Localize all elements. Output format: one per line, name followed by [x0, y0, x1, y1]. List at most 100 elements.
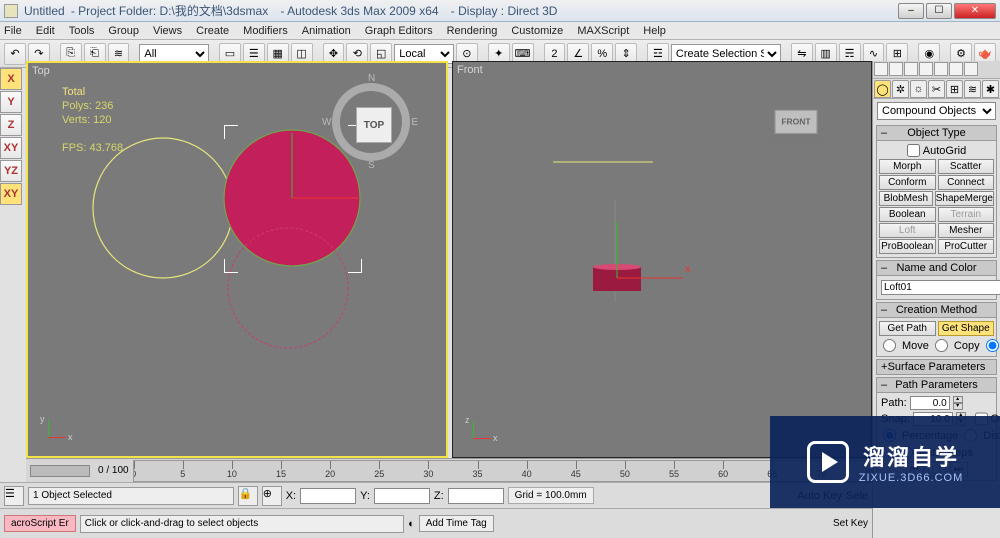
tab-systems[interactable]: ✱ — [982, 80, 999, 98]
tab-helpers[interactable]: ⊞ — [946, 80, 963, 98]
viewcube-front[interactable]: FRONT — [758, 83, 835, 160]
menu-animation[interactable]: Animation — [302, 25, 351, 37]
radio-copy[interactable] — [935, 339, 948, 352]
lock-selection-icon[interactable]: 🔒 — [238, 486, 258, 506]
panel-icon[interactable] — [934, 62, 948, 76]
prompt-line: Click or click-and-drag to select object… — [80, 515, 404, 533]
rollout-creation-method[interactable]: –Creation Method — [876, 302, 997, 318]
menu-grapheditors[interactable]: Graph Editors — [365, 25, 433, 37]
constraint-z[interactable]: Z — [0, 114, 22, 136]
spin-down[interactable]: ▾ — [953, 403, 963, 410]
btn-boolean[interactable]: Boolean — [879, 207, 936, 222]
selection-info: 1 Object Selected — [28, 487, 234, 505]
btn-get-shape[interactable]: Get Shape — [938, 321, 995, 336]
viewcube-face[interactable]: TOP — [356, 107, 392, 143]
menu-bar: File Edit Tools Group Views Create Modif… — [0, 22, 1000, 40]
tab-spacewarps[interactable]: ≋ — [964, 80, 981, 98]
geometry-category-drop[interactable]: Compound Objects — [877, 102, 996, 120]
autogrid-checkbox[interactable] — [907, 144, 920, 157]
menu-tools[interactable]: Tools — [69, 25, 95, 37]
time-slider[interactable] — [30, 465, 90, 477]
spin-up[interactable]: ▴ — [953, 396, 963, 403]
btn-terrain[interactable]: Terrain — [938, 207, 995, 222]
btn-morph[interactable]: Morph — [879, 159, 936, 174]
coord-y-input[interactable] — [374, 488, 430, 504]
viewcube-top[interactable]: TOP N E S W — [326, 77, 416, 167]
btn-shapemerge[interactable]: ShapeMerge — [935, 191, 994, 206]
panel-icon[interactable] — [889, 62, 903, 76]
menu-group[interactable]: Group — [108, 25, 139, 37]
tab-shapes[interactable]: ✲ — [892, 80, 909, 98]
window-minimize[interactable]: – — [898, 3, 924, 19]
panel-top-icons — [873, 61, 1000, 79]
panel-icon[interactable] — [874, 62, 888, 76]
menu-maxscript[interactable]: MAXScript — [577, 25, 629, 37]
radio-move[interactable] — [883, 339, 896, 352]
rollout-object-type[interactable]: –Object Type — [876, 125, 997, 141]
transform-typein-icon[interactable]: ⊕ — [262, 486, 282, 506]
btn-procutter[interactable]: ProCutter — [938, 239, 995, 254]
btn-loft[interactable]: Loft — [879, 223, 936, 238]
panel-icon[interactable] — [949, 62, 963, 76]
viewcube-front-face[interactable]: FRONT — [775, 110, 818, 134]
menu-help[interactable]: Help — [643, 25, 666, 37]
bottom-bar: acroScript Er Click or click-and-drag to… — [0, 508, 872, 538]
minilistener-icon[interactable]: ☰ — [4, 486, 24, 506]
btn-mesher[interactable]: Mesher — [938, 223, 995, 238]
coord-x-input[interactable] — [300, 488, 356, 504]
rollout-name-color[interactable]: –Name and Color — [876, 260, 997, 276]
time-ruler[interactable]: 051015202530354045505560657075 — [133, 460, 872, 482]
constraint-y[interactable]: Y — [0, 91, 22, 113]
path-spinner[interactable] — [910, 396, 950, 410]
tab-geometry[interactable]: ◯ — [874, 80, 891, 98]
menu-create[interactable]: Create — [196, 25, 229, 37]
viewcube-w: W — [322, 117, 331, 128]
menu-edit[interactable]: Edit — [36, 25, 55, 37]
app-icon — [4, 4, 18, 18]
btn-scatter[interactable]: Scatter — [938, 159, 995, 174]
tab-cameras[interactable]: ✂ — [928, 80, 945, 98]
setkey-button[interactable]: Set Key — [816, 518, 868, 529]
panel-icon[interactable] — [904, 62, 918, 76]
viewport-front[interactable]: Front x FRONT x z — [452, 61, 872, 458]
radio-instance[interactable] — [986, 339, 999, 352]
menu-rendering[interactable]: Rendering — [447, 25, 498, 37]
coord-y-label: Y: — [360, 490, 370, 502]
menu-views[interactable]: Views — [153, 25, 182, 37]
constraint-xy2[interactable]: XY — [0, 183, 22, 205]
constraint-yz[interactable]: YZ — [0, 160, 22, 182]
watermark-overlay: 溜溜自学 ZIXUE.3D66.COM — [770, 416, 1000, 508]
viewcube-e: E — [411, 117, 418, 128]
window-maximize[interactable]: ☐ — [926, 3, 952, 19]
panel-icon[interactable] — [919, 62, 933, 76]
btn-proboolean[interactable]: ProBoolean — [879, 239, 936, 254]
add-time-tag[interactable]: Add Time Tag — [419, 515, 494, 532]
btn-connect[interactable]: Connect — [938, 175, 995, 190]
status-bar: ☰ 1 Object Selected 🔒 ⊕ X: Y: Z: Grid = … — [0, 482, 872, 508]
object-name-input[interactable] — [881, 280, 1000, 295]
undo-button[interactable]: ↶ — [4, 43, 26, 65]
viewport-top[interactable]: Top Total Polys: 236 Verts: 120 FPS: 43.… — [26, 61, 448, 458]
coord-z-input[interactable] — [448, 488, 504, 504]
viewport-area: Top Total Polys: 236 Verts: 120 FPS: 43.… — [26, 61, 872, 458]
tab-lights[interactable]: ☼ — [910, 80, 927, 98]
axis-constraints-bar: X Y Z XY YZ XY — [0, 68, 24, 205]
comm-center-icon[interactable]: ◐ — [408, 518, 415, 530]
rollout-path-params[interactable]: –Path Parameters — [876, 377, 997, 393]
coord-x-label: X: — [286, 490, 296, 502]
menu-file[interactable]: File — [4, 25, 22, 37]
rollout-surface-params[interactable]: +Surface Parameters — [876, 359, 997, 375]
watermark-play-icon — [807, 441, 849, 483]
coord-z-label: Z: — [434, 490, 444, 502]
menu-modifiers[interactable]: Modifiers — [243, 25, 288, 37]
menu-customize[interactable]: Customize — [511, 25, 563, 37]
panel-icon[interactable] — [964, 62, 978, 76]
btn-blobmesh[interactable]: BlobMesh — [879, 191, 933, 206]
watermark-url: ZIXUE.3D66.COM — [859, 472, 963, 484]
constraint-x[interactable]: X — [0, 68, 22, 90]
svg-text:x: x — [685, 263, 691, 275]
window-close[interactable]: ✕ — [954, 3, 996, 19]
constraint-xy[interactable]: XY — [0, 137, 22, 159]
btn-conform[interactable]: Conform — [879, 175, 936, 190]
btn-get-path[interactable]: Get Path — [879, 321, 936, 336]
